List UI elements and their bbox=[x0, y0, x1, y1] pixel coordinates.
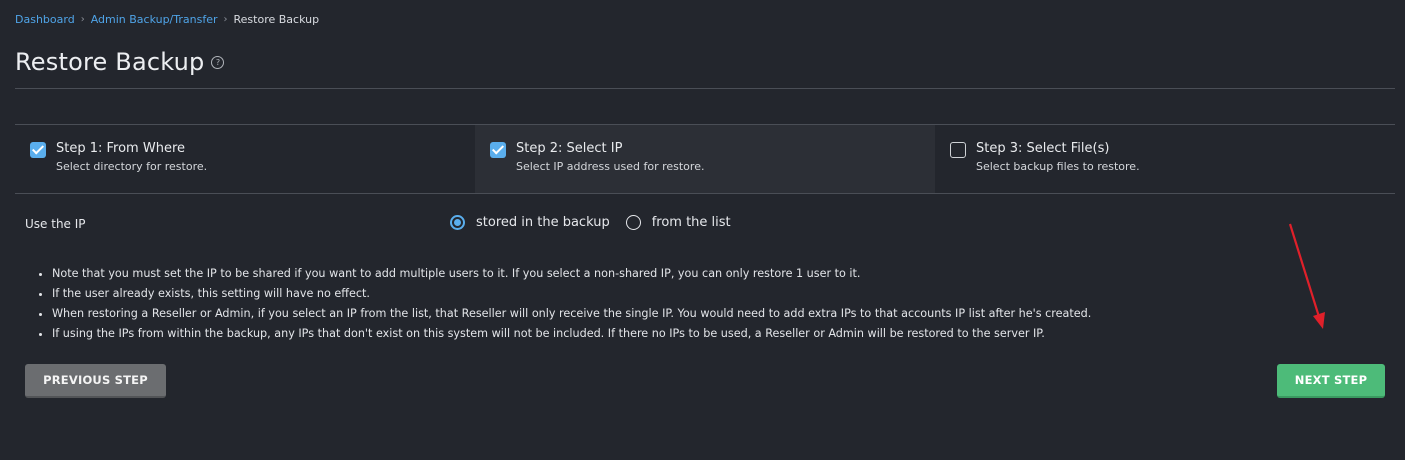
radio-label-stored[interactable]: stored in the backup bbox=[476, 215, 610, 230]
question-circle-icon[interactable]: ? bbox=[211, 55, 225, 69]
step-description: Select backup files to restore. bbox=[976, 160, 1140, 173]
use-ip-label: Use the IP bbox=[25, 217, 86, 231]
next-step-button[interactable]: NEXT STEP bbox=[1277, 364, 1385, 398]
breadcrumb-current: Restore Backup bbox=[233, 13, 320, 26]
chevron-right-icon: › bbox=[80, 14, 85, 25]
ip-radio-group: stored in the backup from the list bbox=[450, 215, 747, 230]
step-title: Step 2: Select IP bbox=[516, 141, 623, 156]
wizard-steps: Step 1: From Where Select directory for … bbox=[15, 125, 1395, 193]
page-header: Restore Backup ? bbox=[15, 48, 225, 76]
step-1-from-where[interactable]: Step 1: From Where Select directory for … bbox=[15, 125, 475, 193]
step-title: Step 3: Select File(s) bbox=[976, 141, 1110, 156]
step-3-unchecked-icon bbox=[950, 142, 966, 158]
step-description: Select directory for restore. bbox=[56, 160, 208, 173]
breadcrumb-admin-backup-link[interactable]: Admin Backup/Transfer bbox=[91, 13, 218, 26]
breadcrumb: Dashboard › Admin Backup/Transfer › Rest… bbox=[15, 13, 319, 26]
page-title: Restore Backup bbox=[15, 48, 205, 76]
step-2-select-ip[interactable]: Step 2: Select IP Select IP address used… bbox=[475, 125, 935, 193]
radio-label-from-list[interactable]: from the list bbox=[652, 215, 731, 230]
radio-from-list[interactable] bbox=[625, 215, 641, 230]
red-arrow-annotation-icon bbox=[1288, 223, 1325, 329]
breadcrumb-dashboard-link[interactable]: Dashboard bbox=[15, 13, 75, 26]
note-item: If the user already exists, this setting… bbox=[52, 284, 1091, 304]
note-item: If using the IPs from within the backup,… bbox=[52, 324, 1091, 344]
step-2-checked-icon bbox=[490, 142, 506, 158]
note-item: Note that you must set the IP to be shar… bbox=[52, 264, 1091, 284]
step-1-checked-icon bbox=[30, 142, 46, 158]
notes-list: Note that you must set the IP to be shar… bbox=[34, 264, 1091, 344]
step-title: Step 1: From Where bbox=[56, 141, 186, 156]
note-item: When restoring a Reseller or Admin, if y… bbox=[52, 304, 1091, 324]
previous-step-button[interactable]: PREVIOUS STEP bbox=[25, 364, 166, 398]
radio-stored-in-backup[interactable] bbox=[450, 215, 465, 230]
step-3-select-files[interactable]: Step 3: Select File(s) Select backup fil… bbox=[935, 125, 1395, 193]
step-description: Select IP address used for restore. bbox=[516, 160, 705, 173]
steps-bottom-divider bbox=[15, 193, 1395, 194]
chevron-right-icon: › bbox=[223, 14, 228, 25]
title-divider bbox=[15, 88, 1395, 89]
